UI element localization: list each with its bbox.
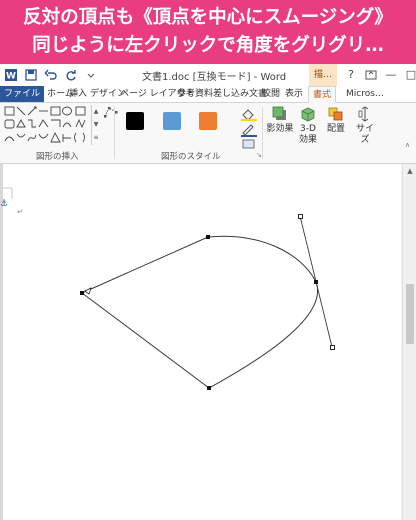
gallery-scroll-up-icon[interactable]: ▲ — [92, 105, 100, 118]
vertex-point[interactable] — [207, 386, 211, 390]
caption-line-2: 同じように左クリックで角度をグリグリ… — [32, 35, 384, 56]
tab-references[interactable]: 参考資料 — [177, 86, 213, 102]
mouse-cursor-icon — [84, 287, 92, 295]
anchor-icon[interactable]: ⚓ — [0, 199, 8, 209]
arrange-label: 配置 — [326, 124, 345, 134]
threed-effects-label-line2: 効果 — [298, 135, 317, 145]
style-swatch-blue[interactable] — [163, 112, 181, 130]
ribbon: ▲ ▼ ≡ 図形の挿入 図形のスタイル ↘ 影効果 3-D 効果 配置 サイズ … — [0, 103, 416, 164]
shape-styles-launcher-icon[interactable]: ↘ — [256, 151, 262, 159]
bezier-handle[interactable] — [330, 345, 335, 350]
quick-access-toolbar: W — [4, 67, 98, 83]
freeform-shape[interactable] — [81, 235, 319, 389]
tab-file[interactable]: ファイル — [0, 86, 44, 102]
vertex-point[interactable] — [80, 291, 84, 295]
window-controls: ? — □ — [344, 68, 416, 82]
insert-shapes-group-label: 図形の挿入 — [36, 152, 79, 162]
vertical-scrollbar[interactable]: ▲ — [402, 164, 416, 520]
arrange-icon — [328, 107, 343, 121]
help-button[interactable]: ? — [344, 68, 358, 82]
shape-styles-group-label: 図形のスタイル — [161, 152, 221, 162]
vertex-point[interactable] — [206, 235, 210, 239]
group-divider — [114, 107, 115, 159]
edit-points-icon — [104, 107, 118, 118]
style-swatch-black[interactable] — [126, 112, 144, 130]
tab-review[interactable]: 校閲 — [262, 86, 280, 102]
gallery-scroll-down-icon[interactable]: ▼ — [92, 118, 100, 131]
caption-line-1: 反対の頂点も《頂点を中心にスムージング》 — [23, 7, 393, 28]
caption-banner: 反対の頂点も《頂点を中心にスムージング》 同じように左クリックで角度をグリグリ… — [0, 0, 416, 64]
save-icon[interactable] — [24, 68, 38, 82]
freeform-shape-canvas[interactable] — [3, 164, 401, 520]
tab-format[interactable]: 書式 — [308, 86, 337, 103]
group-divider — [262, 107, 263, 159]
minimize-button[interactable]: — — [384, 68, 398, 82]
edit-shape-button[interactable] — [104, 106, 118, 121]
undo-icon[interactable] — [44, 68, 58, 82]
threed-effects-label-line1: 3-D — [300, 124, 316, 134]
scroll-up-icon[interactable]: ▲ — [403, 164, 416, 178]
bezier-handle[interactable] — [298, 214, 303, 219]
scroll-thumb[interactable] — [406, 284, 414, 344]
margin-mark — [3, 187, 13, 199]
paragraph-mark: ↵ — [17, 208, 23, 216]
ribbon-display-options-icon[interactable] — [364, 68, 378, 82]
shape-outline-icon[interactable] — [240, 123, 258, 137]
size-icon — [358, 106, 369, 122]
qat-customize-icon[interactable] — [84, 68, 98, 82]
restore-button[interactable]: □ — [404, 68, 416, 82]
style-swatch-orange[interactable] — [199, 112, 217, 130]
shadow-effects-label: 影効果 — [266, 124, 294, 134]
tab-view[interactable]: 表示 — [285, 86, 303, 102]
user-account[interactable]: Micros… — [346, 86, 384, 102]
redo-icon[interactable] — [64, 68, 78, 82]
shape-gallery-icons[interactable] — [3, 105, 91, 147]
threed-effects-icon — [301, 107, 315, 122]
arrange-button[interactable]: 配置 — [323, 106, 349, 135]
shadow-effects-button[interactable]: 影効果 — [266, 106, 294, 135]
threed-effects-button[interactable]: 3-D 効果 — [295, 106, 321, 146]
shape-gallery[interactable] — [3, 105, 91, 147]
document-title: 文書1.doc [互換モード] - Word — [142, 72, 287, 83]
title-bar: W 文書1.doc [互換モード] - Word 描… ? — □ — [0, 64, 416, 87]
gallery-more-icon[interactable]: ≡ — [92, 131, 100, 144]
shape-effects-icon[interactable] — [240, 137, 258, 151]
collapse-ribbon-icon[interactable]: ∧ — [405, 141, 410, 149]
shape-fill-icon[interactable] — [240, 107, 258, 121]
drawing-tools-context-label: 描… — [309, 64, 337, 86]
shape-gallery-scroll[interactable]: ▲ ▼ ≡ — [91, 105, 100, 145]
vertex-point-smoothed[interactable] — [314, 280, 318, 284]
word-app-icon[interactable]: W — [4, 68, 18, 82]
size-button[interactable]: サイズ — [352, 106, 378, 146]
ribbon-tabs: ファイル ホーム 挿入 デザイン ページ レイアウト 参考資料 差し込み文書 校… — [0, 86, 416, 103]
size-label: サイズ — [355, 124, 374, 145]
shadow-effects-icon — [272, 106, 286, 120]
tab-insert[interactable]: 挿入 — [69, 86, 87, 102]
svg-text:W: W — [6, 72, 16, 82]
document-page[interactable]: ⚓ ↵ — [0, 164, 401, 520]
tab-mailings[interactable]: 差し込み文書 — [213, 86, 267, 102]
